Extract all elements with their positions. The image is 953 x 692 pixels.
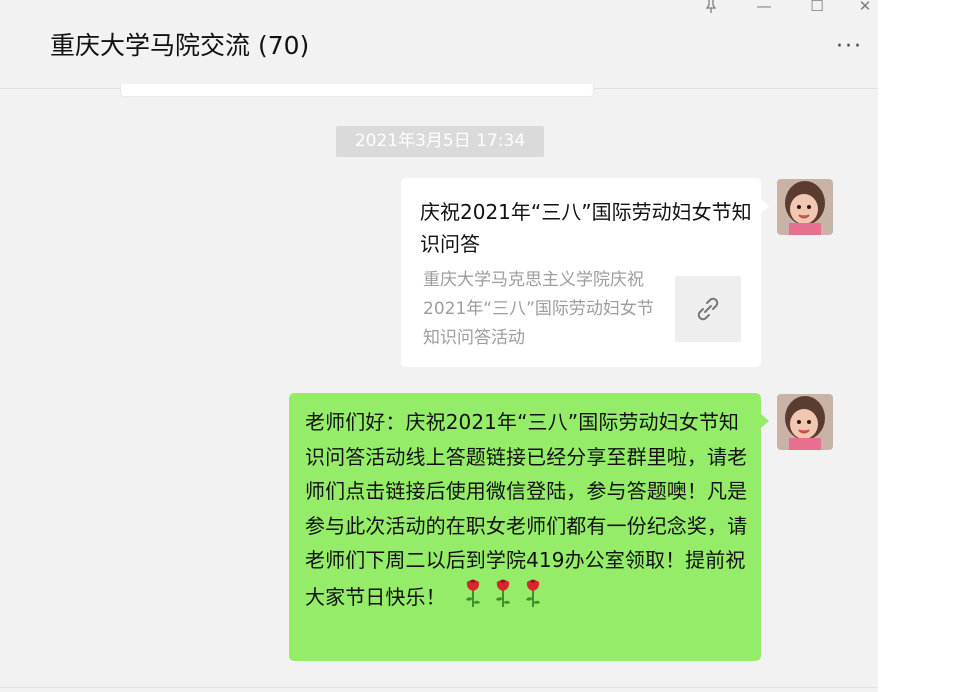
link-card-description: 重庆大学马克思主义学院庆祝2021年“三八”国际劳动妇女节知识问答活动 bbox=[423, 270, 654, 348]
link-icon bbox=[697, 297, 719, 321]
link-card-title: 庆祝2021年“三八”国际劳动妇女节知识问答 bbox=[420, 200, 752, 256]
emoji-row bbox=[446, 579, 542, 608]
input-divider bbox=[0, 687, 878, 688]
link-card-thumbnail bbox=[675, 276, 741, 342]
close-button[interactable]: ✕ bbox=[850, 0, 878, 16]
rose-icon bbox=[464, 578, 482, 619]
avatar[interactable] bbox=[777, 394, 833, 450]
more-options-button[interactable]: ··· bbox=[836, 36, 863, 58]
chat-window: 重庆大学马院交流 (70) — ☐ ✕ ··· 2021年3月5日 17:34 bbox=[0, 0, 878, 692]
maximize-button[interactable]: ☐ bbox=[802, 0, 832, 16]
chat-header: 重庆大学马院交流 (70) — ☐ ✕ ··· bbox=[0, 0, 878, 89]
pin-icon[interactable] bbox=[696, 0, 726, 16]
text-message-bubble[interactable]: 老师们好：庆祝2021年“三八”国际劳动妇女节知识问答活动线上答题链接已经分享至… bbox=[289, 393, 769, 661]
link-card-message[interactable]: 庆祝2021年“三八”国际劳动妇女节知识问答 重庆大学马克思主义学院庆祝2021… bbox=[401, 178, 769, 367]
avatar[interactable] bbox=[777, 179, 833, 235]
text-message-content: 老师们好：庆祝2021年“三八”国际劳动妇女节知识问答活动线上答题链接已经分享至… bbox=[305, 405, 757, 618]
message-timestamp: 2021年3月5日 17:34 bbox=[336, 126, 544, 157]
rose-icon bbox=[494, 578, 512, 619]
minimize-button[interactable]: — bbox=[749, 0, 779, 16]
previous-message-card[interactable] bbox=[120, 84, 594, 97]
chat-title: 重庆大学马院交流 (70) bbox=[50, 31, 310, 60]
rose-icon bbox=[524, 578, 542, 619]
